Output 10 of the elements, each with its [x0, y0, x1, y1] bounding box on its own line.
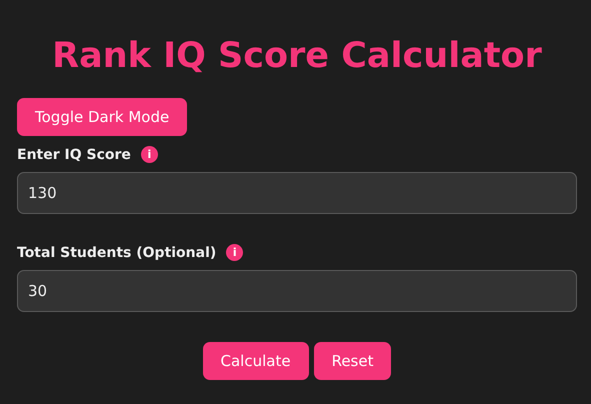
input-field[interactable]: 30 [17, 270, 577, 312]
field-label: Total Students (Optional) [17, 244, 216, 260]
calculate-button[interactable]: Calculate [202, 342, 309, 380]
field-label: Enter IQ Score [17, 146, 131, 162]
reset-button[interactable]: Reset [314, 342, 392, 380]
input-field[interactable]: 130 [17, 172, 577, 214]
info-icon[interactable]: i [140, 146, 158, 163]
info-icon[interactable]: i [226, 244, 244, 261]
toggle-dark-mode-button[interactable]: Toggle Dark Mode [17, 98, 188, 136]
page-title: Rank IQ Score Calculator [51, 36, 543, 76]
